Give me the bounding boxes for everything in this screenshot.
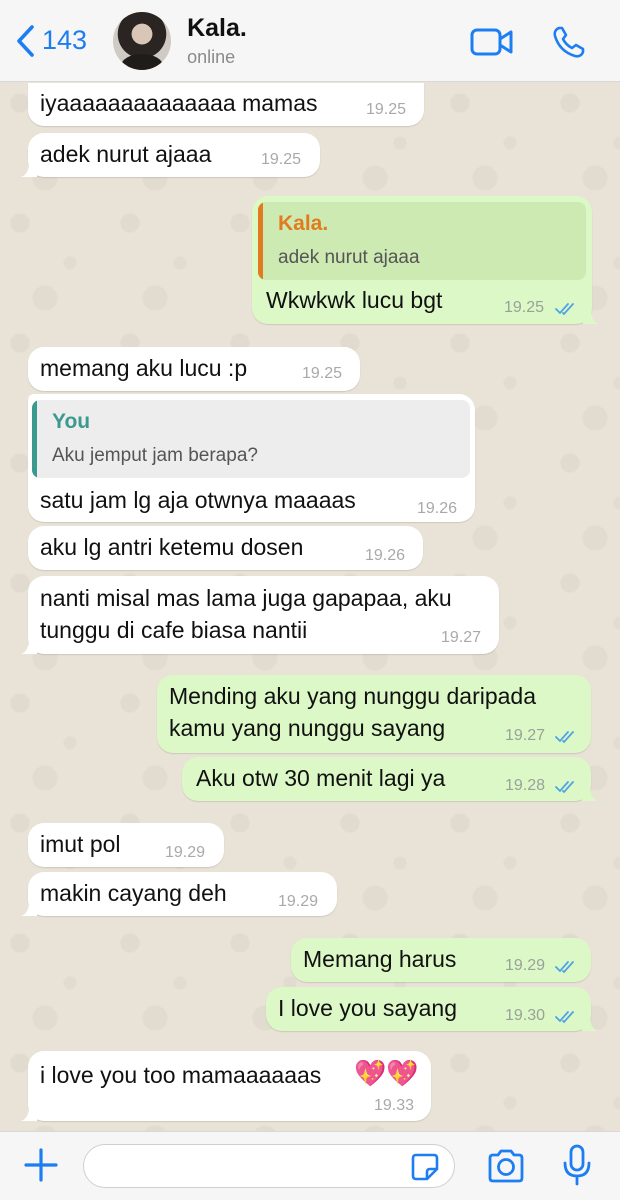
chevron-left-icon: [17, 24, 34, 57]
message-incoming[interactable]: nanti misal mas lama juga gapapaa, aku t…: [21, 576, 499, 654]
message-time: 19.27: [505, 727, 546, 744]
message-text: iyaaaaaaaaaaaaaa mamas: [40, 90, 318, 116]
message-text: Wkwkwk lucu bgt: [266, 287, 443, 313]
message-text: aku lg antri ketemu dosen: [40, 534, 304, 560]
message-time: 19.26: [365, 547, 406, 564]
contact-info[interactable]: Kala. online: [187, 14, 247, 68]
plus-icon[interactable]: [22, 1146, 60, 1184]
message-outgoing[interactable]: I love you sayang 19.30: [266, 987, 598, 1031]
message-incoming[interactable]: adek nurut ajaaa 19.25: [21, 133, 320, 177]
message-text: I love you sayang: [278, 995, 458, 1021]
quoted-message[interactable]: You Aku jemput jam berapa?: [32, 400, 470, 478]
quoted-author: You: [52, 410, 91, 433]
message-incoming[interactable]: You Aku jemput jam berapa? satu jam lg a…: [28, 394, 475, 522]
sticker-icon[interactable]: [410, 1152, 440, 1182]
camera-icon[interactable]: [486, 1148, 526, 1184]
message-incoming[interactable]: memang aku lucu :p 19.25: [28, 347, 360, 391]
read-receipt-icon: [555, 961, 574, 974]
message-time: 19.25: [261, 151, 302, 168]
message-time: 19.25: [302, 365, 343, 382]
message-time: 19.29: [278, 893, 319, 910]
message-text-line2: tunggu di cafe biasa nantii: [40, 617, 308, 643]
avatar[interactable]: [113, 11, 172, 70]
message-outgoing[interactable]: Memang harus 19.29: [291, 938, 591, 982]
back-button[interactable]: 143: [14, 24, 87, 58]
message-text-line2: kamu yang nunggu sayang: [169, 715, 446, 741]
read-receipt-icon: [555, 1011, 574, 1024]
quoted-text: adek nurut ajaaa: [278, 247, 420, 268]
microphone-icon[interactable]: [562, 1144, 592, 1186]
message-text: i love you too mamaaaaaas: [40, 1062, 322, 1088]
message-time: 19.29: [505, 957, 546, 974]
message-incoming[interactable]: aku lg antri ketemu dosen 19.26: [28, 526, 423, 570]
phone-icon[interactable]: [552, 25, 586, 59]
message-text-line1: nanti misal mas lama juga gapapaa, aku: [40, 585, 452, 611]
message-text: Aku otw 30 menit lagi ya: [196, 765, 446, 791]
message-incoming[interactable]: iyaaaaaaaaaaaaaa mamas 19.25: [28, 83, 424, 126]
video-call-icon[interactable]: [470, 26, 514, 58]
message-time: 19.25: [504, 299, 545, 316]
message-incoming[interactable]: imut pol 19.29: [28, 823, 224, 867]
read-receipt-icon: [555, 781, 574, 794]
quoted-author: Kala.: [278, 212, 329, 235]
read-receipt-icon: [555, 731, 574, 744]
message-text: memang aku lucu :p: [40, 355, 248, 381]
message-time: 19.33: [374, 1097, 415, 1114]
message-time: 19.30: [505, 1007, 546, 1024]
message-list[interactable]: iyaaaaaaaaaaaaaa mamas 19.25 adek nurut …: [0, 83, 620, 1131]
quoted-message[interactable]: Kala. adek nurut ajaaa: [258, 202, 586, 280]
read-receipt-icon: [555, 303, 574, 316]
quoted-text: Aku jemput jam berapa?: [52, 445, 258, 466]
heart-emoji-icon: 💖💖: [354, 1058, 419, 1088]
unread-count: 143: [42, 25, 88, 55]
message-outgoing[interactable]: Aku otw 30 menit lagi ya 19.28: [182, 757, 598, 801]
message-text: makin cayang deh: [40, 880, 227, 906]
message-time: 19.29: [165, 844, 206, 861]
message-time: 19.28: [505, 777, 546, 794]
message-incoming[interactable]: makin cayang deh 19.29: [21, 872, 337, 916]
contact-status: online: [187, 46, 236, 67]
message-text: imut pol: [40, 831, 121, 857]
message-input[interactable]: [83, 1144, 455, 1188]
message-time: 19.27: [441, 629, 482, 646]
message-outgoing[interactable]: Mending aku yang nunggu daripada kamu ya…: [157, 675, 591, 753]
message-time: 19.26: [417, 500, 458, 517]
message-composer: [0, 1131, 620, 1200]
message-text: Memang harus: [303, 946, 457, 972]
message-time: 19.25: [366, 101, 407, 118]
contact-name: Kala.: [187, 13, 247, 42]
message-text-line1: Mending aku yang nunggu daripada: [169, 683, 537, 709]
message-text: adek nurut ajaaa: [40, 141, 212, 167]
message-incoming[interactable]: i love you too mamaaaaaas 💖💖 19.33: [21, 1051, 431, 1121]
message-outgoing[interactable]: Kala. adek nurut ajaaa Wkwkwk lucu bgt 1…: [252, 196, 599, 324]
chat-header: 143 Kala. online: [0, 0, 620, 82]
message-text: satu jam lg aja otwnya maaaas: [40, 487, 356, 513]
